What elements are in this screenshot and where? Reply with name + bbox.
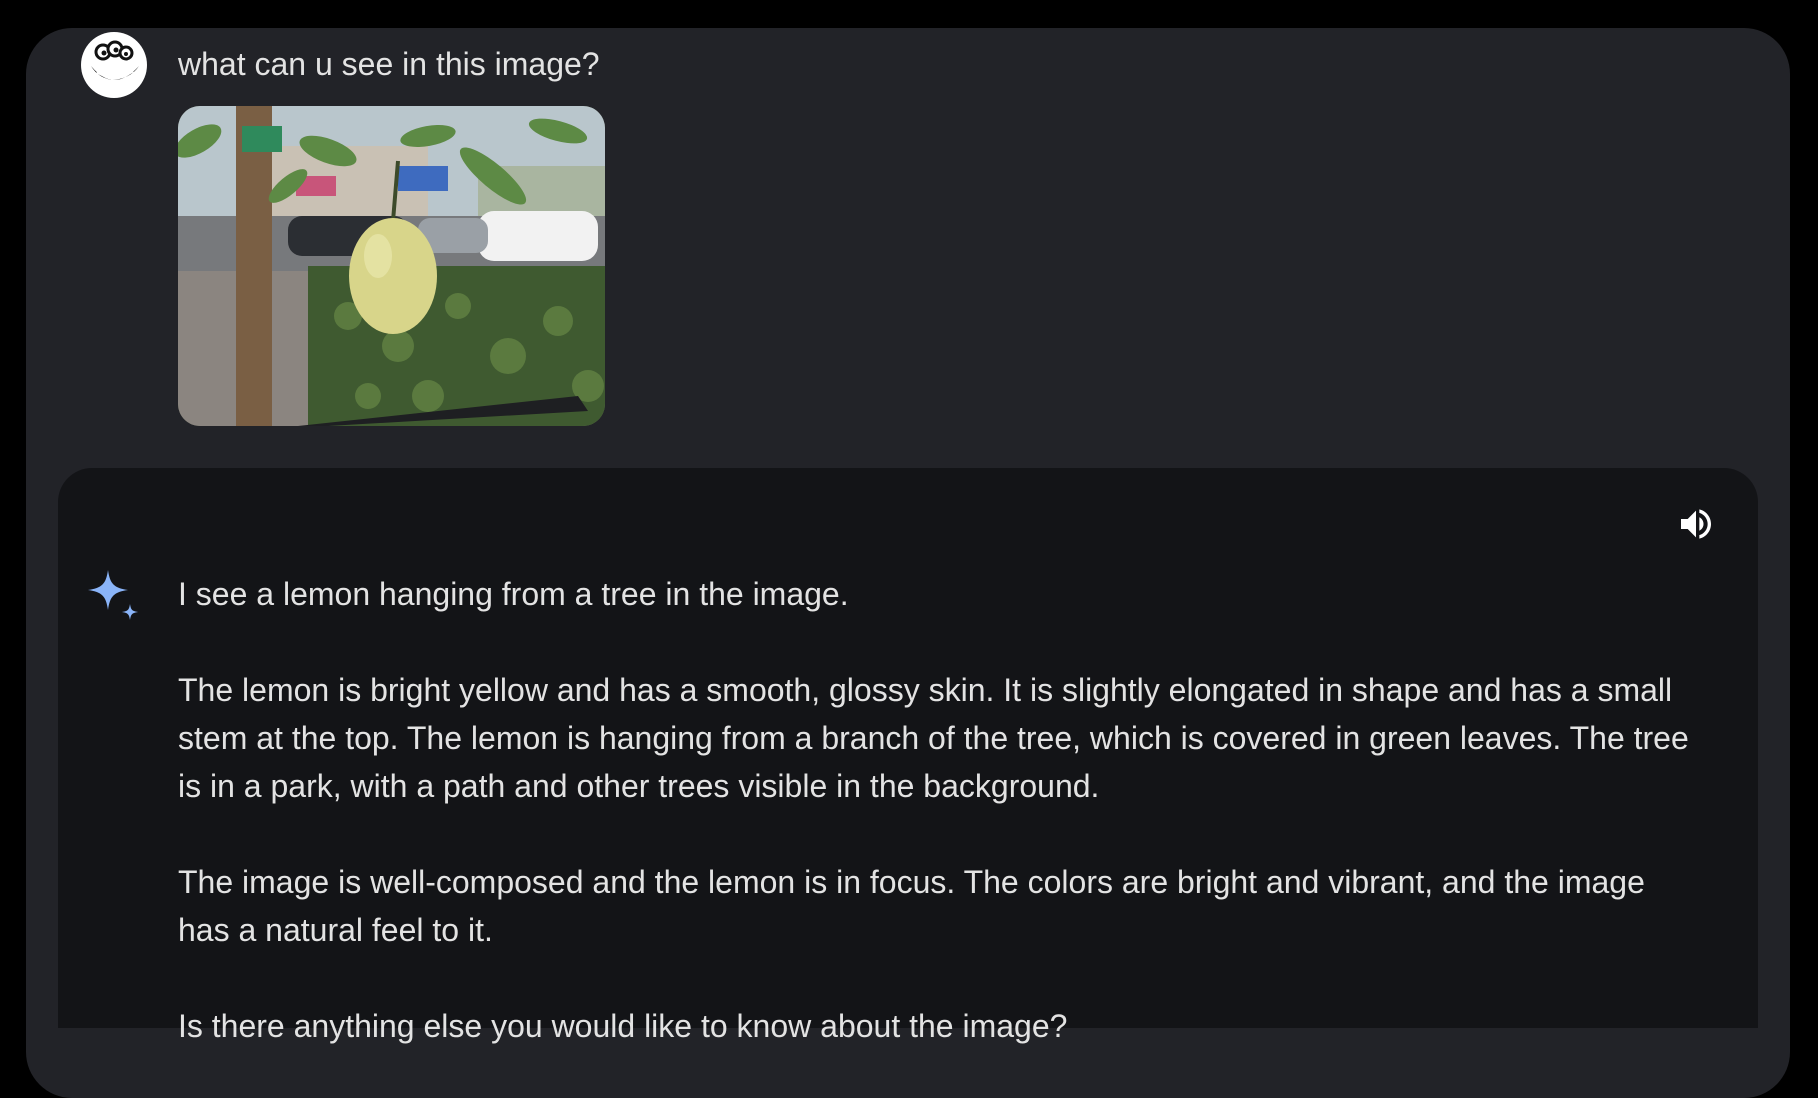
user-prompt: what can u see in this image? (178, 46, 600, 82)
speaker-icon (1681, 509, 1711, 539)
response-paragraph: Is there anything else you would like to… (178, 1008, 1068, 1044)
lemon-tree-photo[interactable] (178, 106, 605, 426)
assistant-response: I see a lemon hanging from a tree in the… (178, 570, 1698, 1050)
response-paragraph: The image is well-composed and the lemon… (178, 864, 1645, 948)
sparkle-icon (86, 568, 142, 624)
cartoon-face-icon (82, 33, 146, 97)
user-avatar[interactable] (81, 32, 147, 98)
photo-illustration (178, 106, 605, 426)
response-paragraph: I see a lemon hanging from a tree in the… (178, 576, 849, 612)
response-paragraph: The lemon is bright yellow and has a smo… (178, 672, 1689, 804)
read-aloud-button[interactable] (1672, 500, 1720, 548)
